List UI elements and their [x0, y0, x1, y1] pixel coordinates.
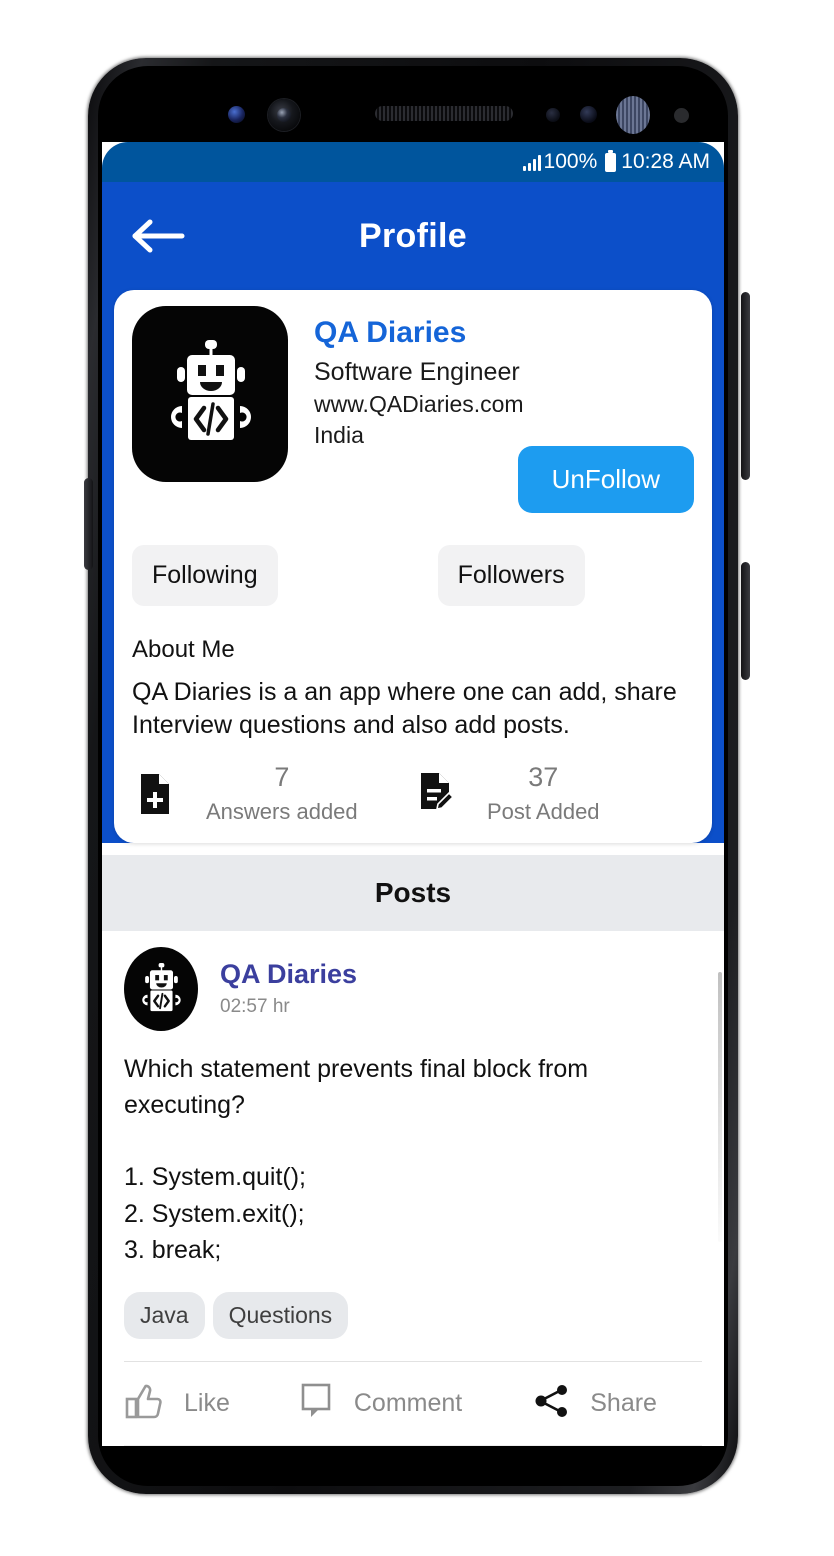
back-arrow-icon[interactable]	[132, 218, 186, 254]
share-nodes-icon	[532, 1381, 572, 1426]
proximity-sensor-icon	[546, 108, 560, 122]
stat-answers-added[interactable]: 7 Answers added	[132, 762, 413, 825]
post-timestamp: 02:57 hr	[220, 996, 290, 1018]
light-sensor-icon	[580, 106, 597, 123]
profile-role: Software Engineer	[314, 357, 520, 386]
notification-led-icon	[228, 106, 245, 123]
post-body-text: Which statement prevents final block fro…	[124, 1054, 589, 1264]
phone-top-sensor-bezel	[102, 82, 724, 144]
post-header: QA Diaries 02:57 hr	[124, 946, 702, 1031]
phone-power-button[interactable]	[741, 562, 750, 680]
phone-left-button[interactable]	[84, 478, 93, 570]
post-card: QA Diaries 02:57 hr Which statement prev…	[102, 930, 724, 1446]
like-button[interactable]: Like	[124, 1380, 230, 1427]
robot-code-avatar-icon[interactable]	[124, 946, 198, 1031]
post-tags-row: Java Questions	[124, 1292, 702, 1340]
following-chip[interactable]: Following	[132, 545, 278, 606]
stat-posts-value: 37	[528, 762, 559, 792]
front-camera-icon	[268, 99, 300, 131]
profile-stats-row: 7 Answers added 37 Post Added	[132, 762, 694, 825]
stat-answers-value: 7	[274, 762, 290, 792]
chip-spacer	[278, 545, 438, 606]
post-actions-row: Like Comment Share	[124, 1362, 702, 1445]
share-label: Share	[590, 1389, 657, 1418]
follow-chips-row: Following Followers	[132, 545, 694, 606]
phone-screen: 100% 10:28 AM Profile QA Diaries Softwar…	[102, 142, 724, 1446]
profile-card: QA Diaries Software Engineer www.QADiari…	[114, 290, 712, 843]
status-time-label: 10:28 AM	[621, 150, 710, 173]
like-label: Like	[184, 1389, 230, 1418]
thumbs-up-icon	[124, 1380, 166, 1427]
posts-section-header: Posts	[102, 854, 724, 931]
profile-section: QA Diaries Software Engineer www.QADiari…	[102, 290, 724, 843]
battery-percent-label: 100%	[543, 150, 598, 173]
iris-scanner-icon	[616, 96, 650, 134]
comment-button[interactable]: Comment	[300, 1382, 462, 1425]
profile-website[interactable]: www.QADiaries.com	[314, 391, 524, 418]
stat-posts-text: 37 Post Added	[487, 762, 600, 825]
followers-chip[interactable]: Followers	[437, 545, 585, 606]
file-plus-icon	[132, 767, 178, 821]
about-me-heading: About Me	[132, 636, 235, 663]
post-tag-questions[interactable]: Questions	[212, 1292, 349, 1340]
profile-info: QA Diaries Software Engineer www.QADiari…	[314, 306, 524, 449]
unfollow-button[interactable]: UnFollow	[517, 446, 694, 513]
page-scrollbar[interactable]	[718, 972, 722, 1242]
file-edit-icon	[413, 767, 459, 821]
stat-answers-text: 7 Answers added	[206, 762, 358, 825]
profile-name: QA Diaries	[314, 316, 467, 349]
comment-box-icon	[300, 1382, 336, 1425]
stat-answers-label: Answers added	[206, 798, 358, 824]
battery-full-icon	[605, 149, 617, 172]
post-tag-java[interactable]: Java	[124, 1292, 205, 1340]
earpiece-speaker-grille	[375, 106, 513, 121]
about-me-text: QA Diaries is a an app where one can add…	[132, 678, 677, 739]
post-author-name[interactable]: QA Diaries	[220, 959, 357, 990]
phone-volume-button[interactable]	[741, 292, 750, 480]
app-bar: Profile	[102, 182, 724, 290]
profile-location: India	[314, 421, 364, 448]
stat-posts-label: Post Added	[487, 798, 600, 824]
robot-code-avatar-icon	[132, 306, 288, 482]
share-button[interactable]: Share	[532, 1381, 657, 1426]
signal-bars-icon	[522, 154, 541, 171]
stat-posts-added[interactable]: 37 Post Added	[413, 762, 694, 825]
page-title: Profile	[359, 216, 467, 255]
post-meta: QA Diaries 02:57 hr	[220, 959, 357, 1018]
sensor-dot-icon	[674, 108, 689, 123]
comment-label: Comment	[353, 1389, 463, 1418]
status-bar: 100% 10:28 AM	[102, 142, 724, 182]
